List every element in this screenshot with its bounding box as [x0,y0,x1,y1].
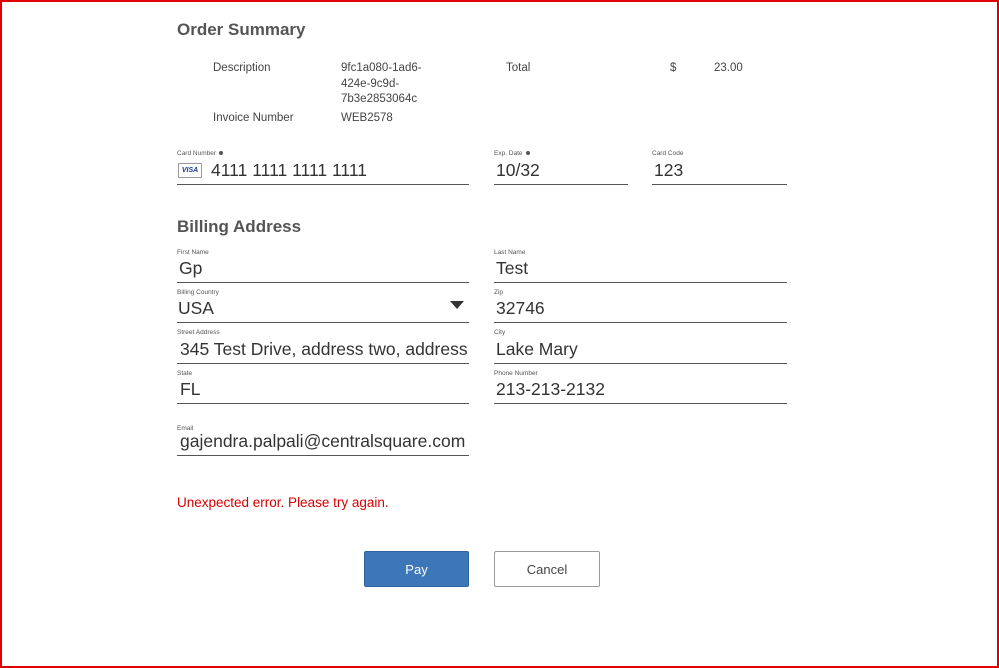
error-message: Unexpected error. Please try again. [177,495,389,510]
visa-icon: VISA [178,163,202,178]
exp-date-input[interactable]: 10/32 [496,160,628,181]
total-value: 23.00 [714,62,743,74]
billing-address-title: Billing Address [177,217,302,236]
exp-date-label-text: Exp. Date [494,150,523,157]
state-label: State [177,370,193,377]
zip-label: Zip [494,289,504,296]
card-number-label-text: Card Number [177,150,217,157]
total-label: Total [506,62,531,74]
first-name-label: First Name [177,249,209,256]
phone-number-label: Phone Number [494,370,538,377]
currency-symbol: $ [670,62,677,74]
card-number-field[interactable]: Card Number VISA 4111 1111 1111 1111 [177,150,469,185]
first-name-input[interactable]: Gp [179,258,469,279]
required-marker [525,151,530,156]
pay-button[interactable]: Pay [364,551,469,587]
billing-country-select[interactable]: Billing Country USA [177,289,469,323]
card-code-label: Card Code [652,150,684,157]
last-name-field[interactable]: Last Name Test [494,249,787,283]
card-code-field[interactable]: Card Code 123 [652,150,787,185]
cancel-button[interactable]: Cancel [494,551,600,587]
phone-number-input[interactable]: 213-213-2132 [496,379,787,400]
invoice-value: WEB2578 [341,112,393,124]
first-name-field[interactable]: First Name Gp [177,249,469,283]
state-field[interactable]: State FL [177,370,469,404]
street-address-field[interactable]: Street Address 345 Test Drive, address t… [177,329,469,364]
city-label: City [494,329,506,336]
card-number-input[interactable]: 4111 1111 1111 1111 [211,160,469,181]
required-marker [219,151,224,156]
card-number-label: Card Number [177,150,224,157]
card-code-input[interactable]: 123 [654,160,787,181]
caret-down-icon[interactable] [450,301,464,309]
billing-country-value[interactable]: USA [178,298,441,319]
street-address-label: Street Address [177,329,220,336]
city-field[interactable]: City Lake Mary [494,329,787,364]
last-name-label: Last Name [494,249,526,256]
description-value-line: 9fc1a080-1ad6- [341,62,422,74]
description-value: 9fc1a080-1ad6- 424e-9c9d- 7b3e2853064c [341,61,422,108]
street-address-input[interactable]: 345 Test Drive, address two, address thr… [180,339,469,360]
exp-date-label: Exp. Date [494,150,530,157]
state-input[interactable]: FL [180,379,469,400]
description-value-line: 424e-9c9d- [341,77,400,90]
city-input[interactable]: Lake Mary [496,339,787,360]
zip-field[interactable]: Zip 32746 [494,289,787,323]
invoice-label: Invoice Number [213,112,294,124]
zip-input[interactable]: 32746 [496,298,787,319]
billing-country-label: Billing Country [177,289,219,296]
description-label: Description [213,62,271,74]
email-field[interactable]: Email gajendra.palpali@centralsquare.com [177,425,469,456]
exp-date-field[interactable]: Exp. Date 10/32 [494,150,628,185]
phone-number-field[interactable]: Phone Number 213-213-2132 [494,370,787,404]
last-name-input[interactable]: Test [496,258,787,279]
email-input[interactable]: gajendra.palpali@centralsquare.com [180,431,469,452]
description-value-line: 7b3e2853064c [341,93,418,105]
order-summary-title: Order Summary [177,20,306,39]
